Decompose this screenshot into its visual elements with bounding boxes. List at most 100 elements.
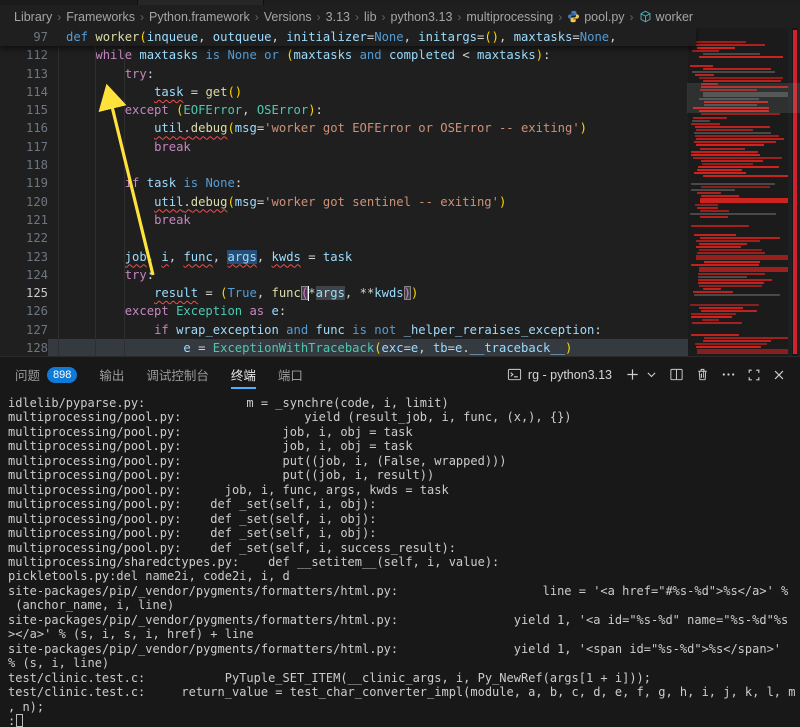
minimap-line: [691, 189, 735, 191]
panel-actions: rg - python3.13: [507, 367, 786, 382]
line-content: break: [48, 138, 696, 156]
close-panel-button[interactable]: [772, 368, 786, 382]
breadcrumb-item-lib[interactable]: lib: [364, 10, 377, 24]
minimap[interactable]: [688, 28, 788, 356]
code-lines[interactable]: 112 while maxtasks is None or (maxtasks …: [0, 46, 696, 356]
terminal-row: multiprocessing/pool.py: def _set(self, …: [8, 512, 800, 526]
code-token: (): [227, 85, 242, 99]
terminal-output[interactable]: idlelib/pyparse.py: m = _synchre(code, i…: [0, 392, 800, 727]
code-token: tb: [433, 341, 448, 355]
code-line-112[interactable]: 112 while maxtasks is None or (maxtasks …: [0, 46, 696, 64]
new-terminal-button[interactable]: [625, 367, 640, 382]
minimap-line: [697, 47, 735, 49]
code-line-124[interactable]: 124 try:: [0, 266, 696, 284]
line-number: 118: [0, 156, 48, 174]
kill-terminal-button[interactable]: [695, 367, 710, 382]
minimap-line: [696, 346, 761, 348]
terminal-row: :: [8, 714, 800, 727]
code-line-121[interactable]: 121 break: [0, 211, 696, 229]
tab-segment-active[interactable]: [138, 0, 264, 5]
code-token: ,: [213, 250, 228, 264]
breadcrumb-item-python-framework[interactable]: Python.framework: [149, 10, 250, 24]
panel-tab-4[interactable]: 端口: [278, 358, 303, 392]
code-token: [66, 213, 154, 227]
code-token: ,: [147, 250, 162, 264]
breadcrumb-item-library[interactable]: Library: [14, 10, 52, 24]
minimap-line: [699, 267, 788, 272]
code-line-113[interactable]: 113 try:: [0, 65, 696, 83]
code-line-127[interactable]: 127 if wrap_exception and func is not _h…: [0, 321, 696, 339]
symbol-method-icon: [639, 10, 652, 23]
breadcrumb-item-worker[interactable]: worker: [639, 10, 694, 24]
code-token: while: [95, 48, 132, 62]
minimap-line: [699, 285, 761, 287]
panel-tab-2[interactable]: 调试控制台: [146, 358, 209, 392]
code-token: [66, 195, 154, 209]
code-line-97-sticky[interactable]: 97def worker(inqueue, outqueue, initiali…: [0, 28, 696, 46]
panel-tab-label: 端口: [278, 365, 303, 384]
line-number: 122: [0, 229, 48, 247]
code-token: e: [183, 341, 190, 355]
code-token: [66, 121, 154, 135]
minimap-line: [695, 343, 767, 345]
code-token: =: [183, 85, 205, 99]
code-line-116[interactable]: 116 util.debug(msg='worker got EOFError …: [0, 119, 696, 137]
panel-tab-1[interactable]: 输出: [99, 358, 124, 392]
code-token: ): [565, 341, 572, 355]
code-line-118[interactable]: 118: [0, 156, 696, 174]
minimap-line: [700, 210, 729, 212]
code-token: (: [286, 48, 293, 62]
code-token: not: [374, 323, 396, 337]
code-line-114[interactable]: 114 task = get(): [0, 83, 696, 101]
code-token: if: [125, 176, 140, 190]
code-token: [139, 176, 146, 190]
breadcrumb-item-3-13[interactable]: 3.13: [326, 10, 350, 24]
minimap-line: [690, 304, 759, 306]
code-line-119[interactable]: 119 if task is None:: [0, 174, 696, 192]
code-token: (: [227, 121, 234, 135]
line-content: job, i, func, args, kwds = task: [48, 248, 696, 266]
breadcrumb-item-versions[interactable]: Versions: [264, 10, 312, 24]
panel-tab-3[interactable]: 终端: [231, 358, 256, 392]
terminal-dropdown-button[interactable]: [645, 368, 658, 381]
tab-strip-empty: [264, 0, 800, 5]
split-terminal-button[interactable]: [669, 367, 684, 382]
code-editor[interactable]: 112 while maxtasks is None or (maxtasks …: [0, 28, 800, 356]
breadcrumb-item-multiprocessing[interactable]: multiprocessing: [466, 10, 553, 24]
terminal-row: test/clinic.test.c: return_value = test_…: [8, 685, 800, 699]
code-token: ): [580, 121, 587, 135]
breadcrumb-label: pool.py: [584, 10, 624, 24]
text-cursor: [308, 286, 309, 301]
code-line-125[interactable]: 125 result = (True, func(*args, **kwds)): [0, 284, 696, 302]
minimap-slider[interactable]: [687, 83, 800, 113]
code-token: Exception: [176, 304, 242, 318]
minimap-line: [697, 207, 718, 209]
code-line-120[interactable]: 120 util.debug(msg='worker got sentinel …: [0, 193, 696, 211]
breadcrumb-item-frameworks[interactable]: Frameworks: [66, 10, 135, 24]
panel-header: 问题898 输出调试控制台终端 端口 rg - python3.13: [0, 357, 800, 392]
code-token: None: [374, 30, 403, 44]
code-line-123[interactable]: 123 job, i, func, args, kwds = task: [0, 248, 696, 266]
minimap-line: [703, 80, 781, 82]
code-line-122[interactable]: 122: [0, 229, 696, 247]
sticky-scroll-line[interactable]: 97def worker(inqueue, outqueue, initiali…: [0, 28, 696, 46]
more-actions-button[interactable]: [721, 367, 736, 382]
tab-segment[interactable]: [0, 0, 138, 5]
breadcrumb-item-python3-13[interactable]: python3.13: [391, 10, 453, 24]
panel-tab-0[interactable]: 问题898: [15, 358, 77, 392]
breadcrumb-label: Python.framework: [149, 10, 250, 24]
minimap-line: [691, 313, 737, 315]
minimap-line: [694, 294, 779, 296]
maximize-panel-button[interactable]: [747, 368, 761, 382]
breadcrumb-item-pool-py[interactable]: pool.py: [567, 10, 624, 24]
terminal-tab[interactable]: rg - python3.13: [507, 367, 612, 382]
minimap-line: [695, 74, 714, 76]
code-line-117[interactable]: 117 break: [0, 138, 696, 156]
code-line-115[interactable]: 115 except (EOFError, OSError):: [0, 101, 696, 119]
minimap-line: [696, 41, 747, 43]
code-line-128[interactable]: 128 e = ExceptionWithTraceback(exc=e, tb…: [0, 339, 696, 356]
code-token: util: [154, 195, 183, 209]
breadcrumb: Library›Frameworks›Python.framework›Vers…: [0, 5, 800, 28]
code-line-126[interactable]: 126 except Exception as e:: [0, 302, 696, 320]
code-token: task: [154, 85, 183, 99]
